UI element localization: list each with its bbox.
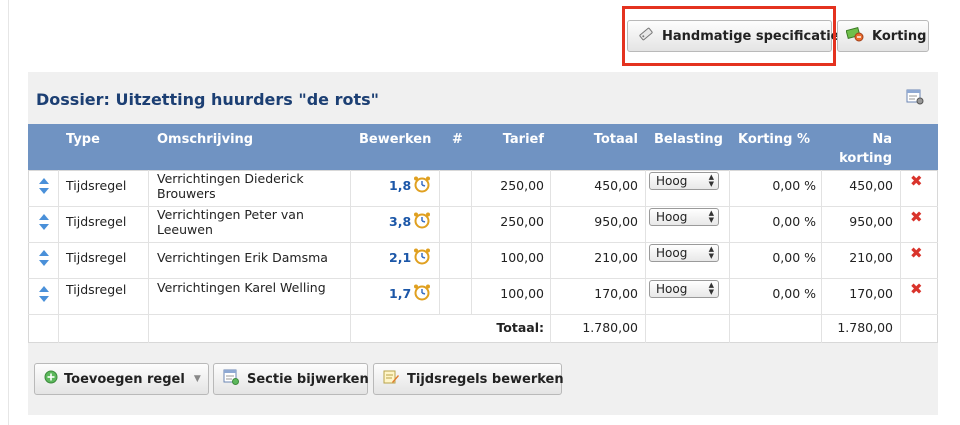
dossier-title: Dossier: Uitzetting huurders "de rots" [36,90,379,109]
reorder-arrows-icon[interactable] [38,285,50,307]
tax-select[interactable]: Hoog ▲ ▼ [649,172,719,190]
col-separator [148,170,149,343]
money-discount-icon [845,26,864,46]
totals-label: Totaal: [496,320,544,335]
select-arrows-icon: ▲ ▼ [708,209,714,224]
row-type: Tijdsregel [66,214,127,229]
alarm-clock-icon[interactable] [413,211,431,232]
delete-icon[interactable]: ✖ [910,246,923,261]
row-description-line1: Verrichtingen Peter van [157,207,304,222]
row-discount: 0,00 % [772,250,816,265]
row-description-line2: Brouwers [157,186,216,201]
tax-select-value: Hoog [656,210,688,224]
header-after-discount: Na korting [828,130,892,168]
discount-button[interactable]: Korting [837,20,929,52]
header-discount-pct: Korting % [738,132,810,147]
row-hours-link[interactable]: 2,1 [389,250,411,265]
header-rate: Tarief [502,132,544,147]
row-after-discount: 170,00 [849,286,893,301]
header-description: Omschrijving [157,132,254,147]
row-hours-link[interactable]: 3,8 [389,214,411,229]
row-description: Verrichtingen Peter van Leeuwen [157,207,304,237]
row-total: 210,00 [594,250,638,265]
row-type: Tijdsregel [66,282,127,297]
row-separator [28,242,938,243]
row-discount: 0,00 % [772,178,816,193]
tax-select-value: Hoog [656,246,688,260]
totals-after-discount: 1.780,00 [837,320,893,335]
dropdown-caret-icon: ▼ [193,374,201,384]
row-after-discount: 450,00 [849,178,893,193]
totals-total: 1.780,00 [582,320,638,335]
tax-select[interactable]: Hoog ▲ ▼ [649,244,719,262]
tax-select-value: Hoog [656,174,688,188]
specification-table: Type Omschrijving Bewerken # Tarief Tota… [28,124,938,343]
page-divider [8,0,9,425]
tax-select[interactable]: Hoog ▲ ▼ [649,280,719,298]
row-description-line1: Verrichtingen Diederick [157,171,304,186]
row-description-line2: Leeuwen [157,222,213,237]
col-separator [550,170,551,343]
row-rate: 100,00 [500,286,544,301]
col-separator [900,170,901,343]
row-separator [28,314,938,315]
tax-select-value: Hoog [656,282,688,296]
header-tax: Belasting [654,132,723,147]
row-total: 450,00 [594,178,638,193]
row-rate: 100,00 [500,250,544,265]
select-arrows-icon: ▲ ▼ [708,173,714,188]
header-number: # [452,132,463,147]
row-description: Verrichtingen Diederick Brouwers [157,171,304,201]
edit-time-entries-label: Tijdsregels bewerken [407,371,564,387]
edit-time-entries-button[interactable]: Tijdsregels bewerken [373,363,564,395]
select-arrows-icon: ▲ ▼ [708,281,714,296]
row-hours-link[interactable]: 1,8 [389,178,411,193]
add-circle-icon [44,370,58,388]
col-separator [350,170,351,343]
row-rate: 250,00 [500,178,544,193]
highlight-frame [622,6,836,66]
row-rate: 250,00 [500,214,544,229]
header-type: Type [66,132,100,147]
row-description: Verrichtingen Karel Welling [157,280,326,295]
table-header: Type Omschrijving Bewerken # Tarief Tota… [28,124,938,170]
row-type: Tijdsregel [66,178,127,193]
delete-icon[interactable]: ✖ [910,210,923,225]
header-total: Totaal [593,132,638,147]
row-description: Verrichtingen Erik Damsma [157,250,328,265]
table-refresh-icon [223,369,239,389]
row-after-discount: 950,00 [849,214,893,229]
row-hours-link[interactable]: 1,7 [389,286,411,301]
col-separator [58,170,59,343]
add-line-label: Toevoegen regel [64,371,185,387]
row-total: 950,00 [594,214,638,229]
row-total: 170,00 [594,286,638,301]
alarm-clock-icon[interactable] [413,175,431,196]
row-after-discount: 210,00 [849,250,893,265]
header-after-discount-line2: korting [839,151,892,166]
delete-icon[interactable]: ✖ [910,174,923,189]
row-discount: 0,00 % [772,214,816,229]
reorder-arrows-icon[interactable] [38,177,50,199]
row-separator [28,278,938,279]
discount-label: Korting [872,28,927,44]
header-edit: Bewerken [359,132,432,147]
reorder-arrows-icon[interactable] [38,213,50,235]
alarm-clock-icon[interactable] [413,283,431,304]
row-discount: 0,00 % [772,286,816,301]
reorder-arrows-icon[interactable] [38,249,50,271]
edit-section-label: Sectie bijwerken [247,371,369,387]
tax-select[interactable]: Hoog ▲ ▼ [649,208,719,226]
delete-icon[interactable]: ✖ [910,282,923,297]
header-after-discount-line1: Na [872,132,892,147]
col-separator [821,170,822,343]
alarm-clock-icon[interactable] [413,247,431,268]
edit-section-button[interactable]: Sectie bijwerken [213,363,369,395]
select-arrows-icon: ▲ ▼ [708,245,714,260]
note-edit-icon [383,369,399,389]
table-settings-icon[interactable] [906,89,924,109]
add-line-button[interactable]: Toevoegen regel ▼ [34,363,209,395]
row-type: Tijdsregel [66,250,127,265]
col-separator [645,170,646,343]
